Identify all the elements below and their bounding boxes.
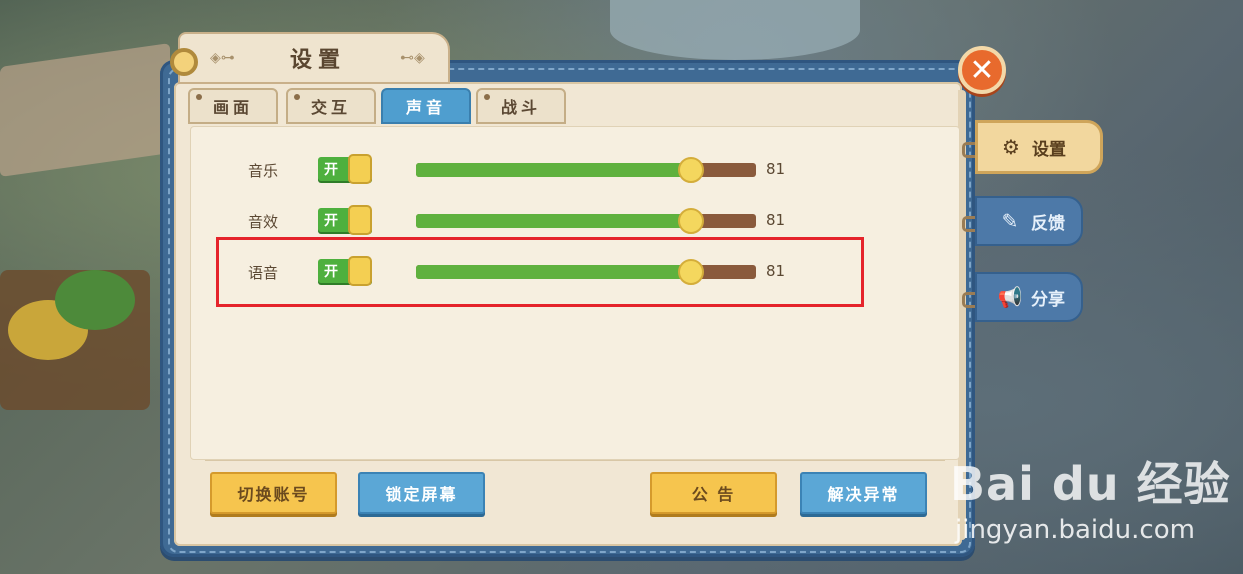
music-volume-value: 81 bbox=[766, 160, 786, 178]
page-title: 设置 bbox=[290, 48, 347, 73]
close-icon: ✕ bbox=[969, 52, 995, 88]
ornament-left-icon: ◈⊶ bbox=[210, 50, 235, 66]
music-volume-slider[interactable] bbox=[416, 157, 756, 183]
side-tab-label: 反馈 bbox=[1031, 213, 1065, 234]
slider-fill bbox=[416, 163, 692, 177]
gear-icon: ⚙ bbox=[1002, 135, 1020, 159]
tab-label: 画面 bbox=[212, 98, 253, 117]
switch-account-button[interactable]: 切换账号 bbox=[210, 472, 337, 514]
side-tab-label: 设置 bbox=[1032, 139, 1066, 160]
tab-display[interactable]: 画面 bbox=[188, 88, 278, 124]
tab-pin-icon bbox=[196, 94, 202, 100]
ornament-right-icon: ⊷◈ bbox=[400, 50, 425, 66]
sfx-volume-slider[interactable] bbox=[416, 208, 756, 234]
highlight-box bbox=[216, 237, 864, 307]
sfx-toggle[interactable]: 开 bbox=[318, 205, 372, 235]
side-tab-feedback[interactable]: ✎ 反馈 bbox=[975, 196, 1083, 246]
toggle-state: 开 bbox=[324, 213, 338, 229]
announcement-button[interactable]: 公 告 bbox=[650, 472, 777, 514]
close-button[interactable]: ✕ bbox=[958, 46, 1006, 94]
toggle-knob bbox=[348, 205, 372, 235]
feedback-icon: ✎ bbox=[1001, 209, 1019, 233]
background-vegetables bbox=[55, 270, 135, 330]
slider-fill bbox=[416, 214, 692, 228]
lock-screen-button[interactable]: 锁定屏幕 bbox=[358, 472, 485, 514]
side-tab-settings[interactable]: ⚙ 设置 bbox=[975, 120, 1103, 174]
tab-label: 声音 bbox=[405, 98, 446, 117]
tab-pin-icon bbox=[294, 94, 300, 100]
background-fountain bbox=[610, 0, 860, 60]
background-tent bbox=[0, 43, 170, 177]
music-toggle[interactable]: 开 bbox=[318, 154, 372, 184]
title-ring-icon bbox=[170, 48, 198, 76]
sfx-label: 音效 bbox=[248, 213, 279, 231]
footer-divider bbox=[205, 460, 945, 461]
tab-label: 交互 bbox=[310, 98, 351, 117]
side-tab-label: 分享 bbox=[1031, 289, 1065, 310]
fix-issues-button[interactable]: 解决异常 bbox=[800, 472, 927, 514]
watermark-logo: Bai du 经验 bbox=[950, 457, 1231, 511]
tab-pin-icon bbox=[484, 94, 490, 100]
sfx-volume-value: 81 bbox=[766, 211, 786, 229]
music-label: 音乐 bbox=[248, 162, 279, 180]
watermark-url: jingyan.baidu.com bbox=[955, 515, 1195, 545]
tab-interaction[interactable]: 交互 bbox=[286, 88, 376, 124]
side-tab-share[interactable]: 📢 分享 bbox=[975, 272, 1083, 322]
tab-label: 战斗 bbox=[500, 98, 541, 117]
tab-sound[interactable]: 声音 bbox=[381, 88, 471, 124]
toggle-knob bbox=[348, 154, 372, 184]
toggle-state: 开 bbox=[324, 162, 338, 178]
tab-combat[interactable]: 战斗 bbox=[476, 88, 566, 124]
megaphone-icon: 📢 bbox=[997, 285, 1023, 309]
